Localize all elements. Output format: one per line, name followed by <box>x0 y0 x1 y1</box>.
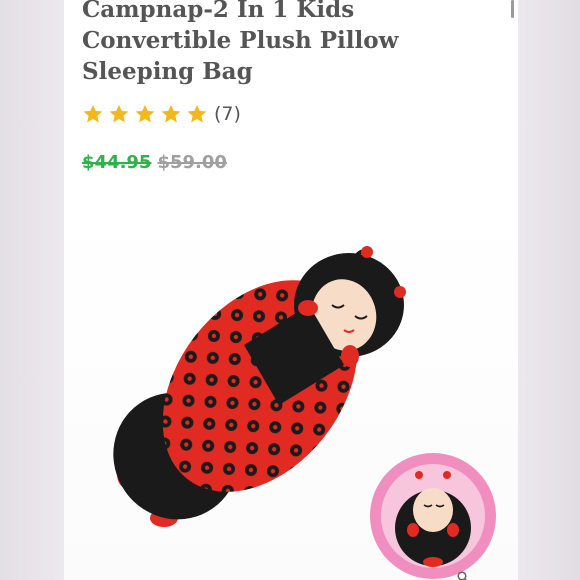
product-rating[interactable]: (7) <box>82 101 241 127</box>
review-count[interactable]: (7) <box>214 103 241 125</box>
price-row: $44.95 $59.00 <box>82 152 227 173</box>
product-title: Campnap-2 In 1 Kids Convertible Plush Pi… <box>82 0 399 85</box>
star-icon <box>161 104 181 123</box>
product-image[interactable] <box>64 210 518 580</box>
star-icon <box>109 104 129 123</box>
star-icon <box>135 104 155 123</box>
star-icon <box>83 104 103 123</box>
ladybug-sleeping-bag-icon <box>113 246 496 579</box>
left-background <box>0 0 64 580</box>
right-background <box>518 0 580 580</box>
scrollbar-thumb[interactable] <box>511 0 514 18</box>
star-icon <box>187 104 207 123</box>
search-icon[interactable] <box>457 571 469 580</box>
sale-price: $44.95 <box>82 152 152 173</box>
product-card: Campnap-2 In 1 Kids Convertible Plush Pi… <box>64 0 518 580</box>
original-price: $59.00 <box>157 152 227 173</box>
